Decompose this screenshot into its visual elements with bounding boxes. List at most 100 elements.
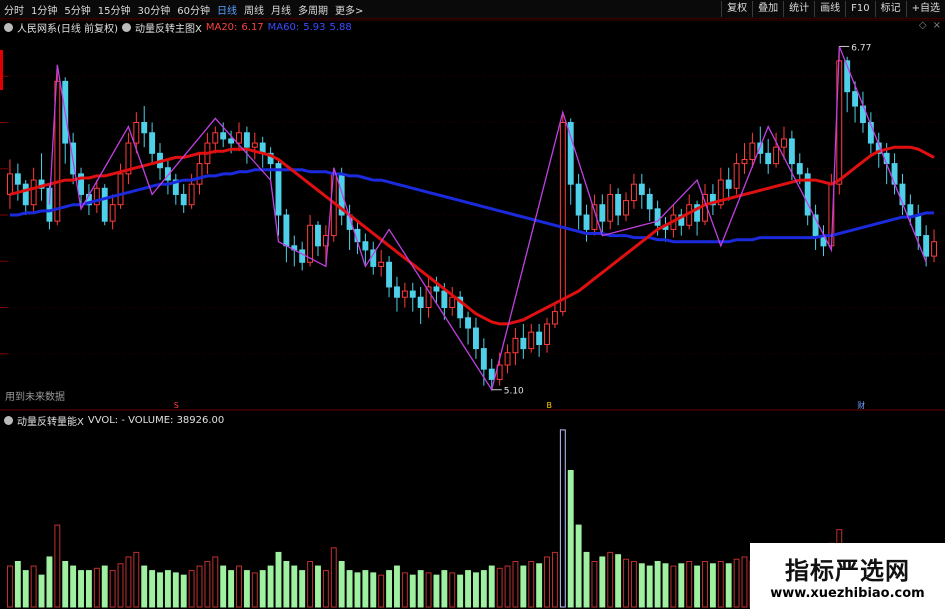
volume-bar: [733, 558, 740, 608]
candle-body: [781, 138, 787, 148]
volume-bar: [259, 570, 266, 608]
volume-bar: [62, 561, 69, 608]
candle-body: [559, 122, 566, 313]
candle-body: [638, 183, 645, 195]
volume-bar: [378, 574, 385, 608]
close-icon[interactable]: ×: [933, 20, 941, 31]
candle-body: [141, 122, 148, 134]
volume-bar: [449, 572, 456, 608]
volume-bar: [654, 561, 661, 608]
volume-bar: [315, 565, 321, 608]
candle-body: [433, 286, 440, 292]
candle-body: [409, 290, 416, 298]
candle-body: [30, 179, 37, 206]
candle-body: [299, 249, 306, 263]
volume-bar: [717, 561, 724, 608]
volume-bar: [441, 570, 448, 608]
candle-body: [449, 296, 456, 309]
volume-bar: [496, 567, 503, 608]
volume-bar: [7, 565, 13, 608]
candle-body: [615, 193, 622, 216]
volume-bar: [220, 565, 227, 608]
volume-bar: [117, 563, 124, 608]
candle-body: [117, 173, 124, 206]
volume-bar: [709, 563, 716, 608]
candle-body: [852, 91, 859, 107]
settings-gear-icon[interactable]: [4, 23, 13, 32]
candle-body: [188, 183, 195, 206]
candle-body: [7, 173, 13, 195]
candle-body: [488, 368, 495, 380]
volume-bar: [109, 570, 116, 608]
stock-name[interactable]: 人民网系(日线 前复权): [17, 20, 118, 35]
candle-body: [251, 142, 258, 148]
candle-body: [14, 173, 21, 185]
candle-body: [923, 235, 930, 257]
volume-bar: [212, 556, 219, 608]
volume-bar: [370, 572, 377, 608]
ma60-label: MA60:: [267, 22, 300, 33]
volume-bar: [78, 570, 84, 608]
candle-body: [243, 132, 250, 148]
volume-bar: [386, 570, 393, 608]
event-marker: 财: [857, 400, 865, 410]
kline-chart[interactable]: 6.77 5.10 S B 财: [0, 0, 945, 609]
volume-bar: [204, 561, 211, 608]
volume-bar: [180, 574, 187, 608]
volume-bar: [188, 570, 195, 608]
candle-body: [915, 214, 922, 237]
indicator-gear-icon[interactable]: [121, 23, 131, 32]
candle-body: [275, 163, 282, 216]
volume-bar: [599, 556, 606, 608]
candle-body: [465, 317, 471, 329]
zigzag-line: [48, 46, 927, 392]
volume-bar: [544, 556, 550, 608]
volume-bar: [686, 561, 693, 608]
candle-body: [528, 331, 535, 350]
candle-body: [630, 183, 637, 202]
volume-bar: [583, 551, 590, 608]
volume-bar: [149, 570, 156, 608]
ma20-label: MA20:: [205, 22, 238, 33]
volume-bar: [457, 574, 464, 608]
candle-body: [583, 214, 590, 230]
diamond-icon[interactable]: ◇: [919, 20, 927, 31]
volume-bar: [196, 565, 203, 608]
indicator-name[interactable]: 动量反转主图X: [135, 20, 202, 35]
candle-body: [796, 163, 803, 175]
volume-bar: [125, 556, 132, 608]
volume-bar: [615, 554, 622, 608]
volume-bar: [141, 565, 148, 608]
ma20-value: 6.17: [241, 22, 264, 33]
watermark: 指标严选网 www.xuezhibiao.com: [750, 543, 945, 609]
volume-bar: [678, 563, 685, 608]
volume-bar: [14, 561, 21, 608]
volume-bar: [433, 574, 440, 608]
event-marker: B: [547, 401, 553, 410]
candle-body: [575, 183, 582, 216]
volume-bar: [528, 561, 535, 608]
volume-bar: [409, 574, 416, 608]
volume-bar: [567, 470, 574, 608]
candle-body: [607, 193, 614, 222]
volume-gear-icon[interactable]: [4, 416, 13, 425]
candle-body: [401, 290, 408, 298]
volume-indicator-name[interactable]: 动量反转量能X: [17, 413, 84, 428]
volume-bar: [607, 551, 614, 608]
candle-body: [741, 159, 748, 165]
volume-bar: [101, 565, 108, 608]
extra-value: 5.88: [329, 22, 352, 33]
volume-bar: [488, 565, 495, 608]
candle-body: [599, 204, 606, 222]
volume-bar: [228, 570, 235, 608]
ma20-line: [9, 145, 935, 326]
event-marker: S: [174, 401, 179, 410]
candle-body: [544, 323, 550, 346]
candle-body: [133, 122, 140, 144]
volume-readout: VVOL: - VOLUME: 38926.00: [87, 415, 225, 426]
volume-bar: [638, 563, 645, 608]
volume-bar: [536, 563, 543, 608]
volume-bar: [741, 556, 748, 608]
volume-bar: [22, 570, 29, 608]
volume-bar: [559, 429, 566, 608]
